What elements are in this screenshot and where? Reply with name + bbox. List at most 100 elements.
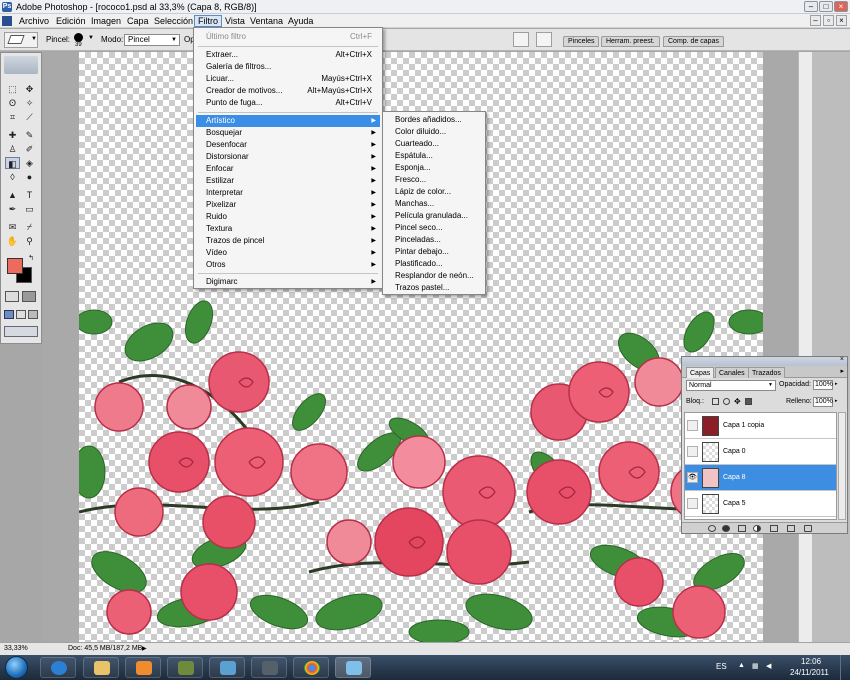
tab-trazados[interactable]: Trazados — [748, 367, 785, 378]
menu-item-punto-fuga[interactable]: Punto de fuga... Alt+Ctrl+V — [196, 97, 380, 109]
submenu-item-lapiz-color[interactable]: Lápiz de color... — [385, 186, 483, 198]
menu-item-desenfocar[interactable]: Desenfocar ▶ — [196, 139, 380, 151]
tray-arrow-icon[interactable]: ▲ — [738, 662, 745, 669]
menu-ventana[interactable]: Ventana — [247, 15, 286, 27]
type-tool-icon[interactable]: T — [22, 189, 37, 201]
maximize-button[interactable]: □ — [819, 1, 833, 12]
menu-item-bosquejar[interactable]: Bosquejar ▶ — [196, 127, 380, 139]
menu-item-distorsionar[interactable]: Distorsionar ▶ — [196, 151, 380, 163]
lock-pixels-icon[interactable] — [723, 398, 730, 405]
layer-row[interactable]: Capa 0 — [685, 439, 836, 465]
lock-transparency-icon[interactable] — [712, 398, 719, 405]
menu-capa[interactable]: Capa — [124, 15, 152, 27]
swap-colors-icon[interactable]: ↰ — [27, 255, 35, 263]
doc-restore-button[interactable]: ▫ — [823, 15, 834, 26]
standard-mode-icon[interactable] — [5, 291, 19, 302]
opacity-dropdown-icon[interactable]: ▸ — [835, 381, 838, 387]
clone-stamp-tool-icon[interactable]: ♙ — [5, 143, 20, 155]
fill-field[interactable]: 100% — [813, 397, 833, 407]
menu-item-pixelizar[interactable]: Pixelizar ▶ — [196, 199, 380, 211]
eraser-tool-icon[interactable]: ◧ — [5, 157, 20, 169]
visibility-toggle[interactable] — [687, 498, 698, 509]
menu-ayuda[interactable]: Ayuda — [285, 15, 316, 27]
palette-tab-pinceles[interactable]: Pinceles — [563, 36, 600, 47]
network-icon[interactable]: ▦ — [752, 662, 759, 670]
toggle-palettes-icon[interactable] — [513, 32, 529, 47]
screen-mode-full-menu-icon[interactable] — [16, 310, 26, 319]
submenu-item-pintar-debajo[interactable]: Pintar debajo... — [385, 246, 483, 258]
path-selection-tool-icon[interactable]: ▲ — [5, 189, 20, 201]
clock-date[interactable]: 24/11/2011 — [790, 668, 829, 677]
menu-item-otros[interactable]: Otros ▶ — [196, 259, 380, 271]
new-group-icon[interactable] — [770, 525, 778, 532]
menu-item-licuar[interactable]: Licuar... Mayús+Ctrl+X — [196, 73, 380, 85]
crop-tool-icon[interactable]: ⌗ — [5, 111, 20, 123]
opacity-field[interactable]: 100% — [813, 380, 833, 390]
menu-item-textura[interactable]: Textura ▶ — [196, 223, 380, 235]
submenu-item-pinceladas[interactable]: Pinceladas... — [385, 234, 483, 246]
notes-tool-icon[interactable]: ✉ — [5, 221, 20, 233]
visibility-toggle[interactable] — [687, 446, 698, 457]
slice-tool-icon[interactable]: ⟋ — [22, 111, 37, 123]
menu-item-interpretar[interactable]: Interpretar ▶ — [196, 187, 380, 199]
submenu-item-manchas[interactable]: Manchas... — [385, 198, 483, 210]
layer-row[interactable]: Capa 5 — [685, 491, 836, 517]
eyedropper-tool-icon[interactable]: ⌿ — [22, 221, 37, 233]
clock-time[interactable]: 12:06 — [801, 657, 821, 666]
lock-position-icon[interactable]: ✥ — [734, 398, 741, 406]
history-brush-tool-icon[interactable]: ✐ — [22, 143, 37, 155]
minimize-button[interactable]: – — [804, 1, 818, 12]
add-mask-icon[interactable] — [738, 525, 746, 532]
healing-brush-tool-icon[interactable]: ✚ — [5, 129, 20, 141]
menu-vista[interactable]: Vista — [222, 15, 248, 27]
volume-icon[interactable]: ◀ — [766, 662, 771, 670]
taskbar-app4[interactable] — [167, 657, 203, 678]
hand-tool-icon[interactable]: ✋ — [5, 235, 20, 247]
layer-style-icon[interactable] — [722, 525, 730, 532]
taskbar-app6[interactable] — [251, 657, 287, 678]
fill-dropdown-icon[interactable]: ▸ — [835, 398, 838, 404]
palette-tab-herramientas[interactable]: Herram. preest. — [601, 36, 660, 47]
submenu-item-bordes-anadidos[interactable]: Bordes añadidos... — [385, 114, 483, 126]
brush-preview[interactable] — [74, 33, 83, 42]
mode-select[interactable]: Pincel ▼ — [124, 34, 180, 46]
menu-item-estilizar[interactable]: Estilizar ▶ — [196, 175, 380, 187]
panel-menu-icon[interactable]: ▸ — [840, 367, 844, 375]
taskbar-ie[interactable] — [40, 657, 76, 678]
submenu-item-pelicula-granulada[interactable]: Película granulada... — [385, 210, 483, 222]
zoom-level[interactable]: 33,33% — [4, 645, 28, 652]
taskbar-app5[interactable] — [209, 657, 245, 678]
brush-dropdown-icon[interactable]: ▼ — [88, 35, 94, 41]
tool-preset-picker[interactable]: ▼ — [4, 32, 38, 48]
pen-tool-icon[interactable]: ✒ — [5, 203, 20, 215]
tab-canales[interactable]: Canales — [715, 367, 749, 378]
move-tool-icon[interactable]: ✥ — [22, 83, 37, 95]
taskbar-media[interactable] — [125, 657, 161, 678]
menu-item-creador-motivos[interactable]: Creador de motivos... Alt+Mayús+Ctrl+X — [196, 85, 380, 97]
menu-item-digimarc[interactable]: Digimarc ▶ — [196, 276, 380, 288]
layer-row-selected[interactable]: 👁 Capa 8 — [685, 465, 836, 491]
menu-seleccion[interactable]: Selección — [151, 15, 196, 27]
taskbar-chrome[interactable] — [293, 657, 329, 678]
quick-mask-mode-icon[interactable] — [22, 291, 36, 302]
submenu-item-color-diluido[interactable]: Color diluido... — [385, 126, 483, 138]
menu-item-trazos-pincel[interactable]: Trazos de pincel ▶ — [196, 235, 380, 247]
close-icon[interactable]: × — [840, 356, 844, 363]
menu-item-ruido[interactable]: Ruido ▶ — [196, 211, 380, 223]
submenu-item-resplandor-neon[interactable]: Resplandor de neón... — [385, 270, 483, 282]
submenu-item-plastificado[interactable]: Plastificado... — [385, 258, 483, 270]
taskbar-photoshop[interactable] — [335, 657, 371, 678]
menu-item-galeria-filtros[interactable]: Galería de filtros... — [196, 61, 380, 73]
submenu-item-esponja[interactable]: Esponja... — [385, 162, 483, 174]
taskbar-explorer[interactable] — [83, 657, 119, 678]
foreground-color-swatch[interactable] — [7, 258, 23, 274]
screen-mode-standard-icon[interactable] — [4, 310, 14, 319]
menu-item-enfocar[interactable]: Enfocar ▶ — [196, 163, 380, 175]
jump-to-imageready-icon[interactable] — [4, 326, 38, 337]
close-button[interactable]: × — [834, 1, 848, 12]
menu-edicion[interactable]: Edición — [53, 15, 89, 27]
status-menu-icon[interactable]: ▶ — [142, 645, 147, 652]
layers-panel-titlebar[interactable]: × — [682, 356, 847, 366]
brush-tool-icon[interactable]: ✎ — [22, 129, 37, 141]
show-desktop-button[interactable] — [840, 655, 850, 680]
